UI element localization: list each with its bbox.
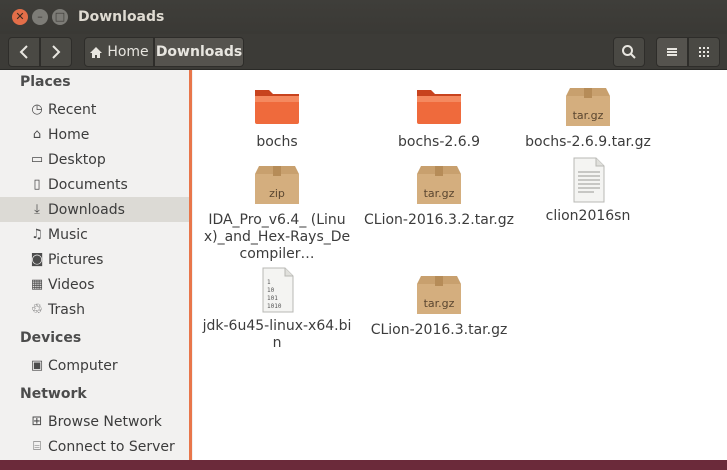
chevron-left-icon <box>19 45 28 59</box>
breadcrumb-downloads[interactable]: Downloads <box>154 37 244 67</box>
camera-icon: ◙ <box>30 252 44 267</box>
file-name: IDA_Pro_v6.4_ (Linux)_and_Hex-Rays_Decom… <box>203 212 351 262</box>
file-item[interactable]: clion2016sn <box>513 156 663 225</box>
sidebar-scrollbar[interactable] <box>189 70 192 460</box>
breadcrumb-home-label: Home <box>107 44 149 60</box>
file-grid: bochs bochs-2.6.9 tar.gz bochs-2.6.9.tar… <box>193 70 727 460</box>
sidebar-item-label: Desktop <box>48 151 106 168</box>
home-icon: ⌂ <box>32 127 42 142</box>
computer-icon: ▣ <box>30 358 44 373</box>
file-item[interactable]: tar.gz CLion-2016.3.tar.gz <box>364 274 514 339</box>
sidebar-item-label: Documents <box>48 176 128 193</box>
archive-badge: tar.gz <box>573 109 604 122</box>
music-icon: ♫ <box>31 227 43 242</box>
svg-text:10: 10 <box>267 287 275 294</box>
search-button[interactable] <box>613 37 645 67</box>
svg-text:1: 1 <box>267 279 271 286</box>
desktop-background <box>0 460 727 470</box>
file-item[interactable]: tar.gz CLion-2016.3.2.tar.gz <box>364 164 514 229</box>
sidebar: Places ◷ Recent ⌂ Home ▭ Desktop ▯ Docum… <box>0 70 190 470</box>
network-icon: ⊞ <box>31 414 43 429</box>
file-item[interactable]: 1 10 101 1010 jdk-6u45-linux-x64.bin <box>202 266 352 352</box>
back-button[interactable] <box>8 37 40 67</box>
archive-icon: zip <box>253 164 301 208</box>
file-manager-window: ✕ – □ Downloads Home Downloads Places ◷ … <box>0 0 727 470</box>
archive-icon: tar.gz <box>415 164 463 208</box>
maximize-window-button[interactable]: □ <box>52 9 68 25</box>
archive-icon: tar.gz <box>564 86 612 130</box>
video-icon: ▦ <box>30 277 44 292</box>
title-bar: ✕ – □ Downloads <box>0 0 727 34</box>
file-name: clion2016sn <box>545 208 631 224</box>
forward-button[interactable] <box>40 37 72 67</box>
home-icon <box>90 46 103 58</box>
sidebar-item-music[interactable]: ♫ Music <box>0 222 189 247</box>
file-name: bochs-2.6.9.tar.gz <box>525 134 651 150</box>
folder-icon <box>415 86 463 130</box>
sidebar-item-label: Downloads <box>48 201 125 218</box>
document-icon: ▯ <box>33 177 41 192</box>
file-name: jdk-6u45-linux-x64.bin <box>202 318 352 351</box>
sidebar-item-downloads[interactable]: ⤓ Downloads <box>0 197 189 222</box>
file-name: bochs-2.6.9 <box>398 134 480 150</box>
sidebar-item-computer[interactable]: ▣ Computer <box>0 353 189 378</box>
server-icon: ⌸ <box>33 439 41 454</box>
list-view-button[interactable] <box>656 37 688 67</box>
close-window-button[interactable]: ✕ <box>12 9 28 25</box>
sidebar-item-desktop[interactable]: ▭ Desktop <box>0 147 189 172</box>
minimize-window-button[interactable]: – <box>32 9 48 25</box>
breadcrumb-home[interactable]: Home <box>84 37 154 67</box>
archive-badge: tar.gz <box>424 297 455 310</box>
file-item[interactable]: tar.gz bochs-2.6.9.tar.gz <box>513 86 663 151</box>
sidebar-item-pictures[interactable]: ◙ Pictures <box>0 247 189 272</box>
file-name: CLion-2016.3.2.tar.gz <box>364 212 514 228</box>
binary-file-icon: 1 10 101 1010 <box>253 266 301 314</box>
desktop-icon: ▭ <box>30 152 44 167</box>
grid-icon <box>699 47 709 57</box>
archive-icon: tar.gz <box>415 274 463 318</box>
sidebar-item-label: Home <box>48 126 90 143</box>
file-name: bochs <box>256 134 298 150</box>
file-item[interactable]: bochs <box>202 86 352 151</box>
sidebar-item-label: Browse Network <box>48 413 162 430</box>
sidebar-item-label: Videos <box>48 276 95 293</box>
chevron-right-icon <box>52 45 61 59</box>
sidebar-item-trash[interactable]: ♲ Trash <box>0 297 189 322</box>
breadcrumb-downloads-label: Downloads <box>155 44 243 60</box>
sidebar-item-browse-network[interactable]: ⊞ Browse Network <box>0 409 189 434</box>
archive-badge: zip <box>269 187 285 200</box>
sidebar-item-label: Connect to Server <box>48 438 175 455</box>
sidebar-item-label: Trash <box>48 301 85 318</box>
grid-view-button[interactable] <box>688 37 720 67</box>
file-item[interactable]: zip IDA_Pro_v6.4_ (Linux)_and_Hex-Rays_D… <box>202 164 352 263</box>
section-devices: Devices <box>20 330 82 346</box>
toolbar: Home Downloads <box>0 34 727 70</box>
section-network: Network <box>20 386 87 402</box>
sidebar-item-label: Pictures <box>48 251 104 268</box>
clock-icon: ◷ <box>31 102 43 117</box>
svg-text:101: 101 <box>267 295 278 302</box>
trash-icon: ♲ <box>31 302 43 317</box>
archive-badge: tar.gz <box>424 187 455 200</box>
sidebar-item-label: Recent <box>48 101 97 118</box>
section-places: Places <box>20 74 71 90</box>
file-name: CLion-2016.3.tar.gz <box>370 322 508 338</box>
sidebar-item-home[interactable]: ⌂ Home <box>0 122 189 147</box>
sidebar-item-videos[interactable]: ▦ Videos <box>0 272 189 297</box>
search-icon <box>622 45 636 59</box>
sidebar-item-label: Computer <box>48 357 118 374</box>
file-item[interactable]: bochs-2.6.9 <box>364 86 514 151</box>
folder-icon <box>253 86 301 130</box>
sidebar-item-recent[interactable]: ◷ Recent <box>0 97 189 122</box>
list-icon <box>667 48 677 56</box>
text-document-icon <box>564 156 612 204</box>
sidebar-item-label: Music <box>48 226 88 243</box>
sidebar-item-documents[interactable]: ▯ Documents <box>0 172 189 197</box>
window-title: Downloads <box>78 9 165 25</box>
sidebar-item-connect-to-server[interactable]: ⌸ Connect to Server <box>0 434 189 459</box>
svg-text:1010: 1010 <box>267 303 282 310</box>
download-icon: ⤓ <box>34 202 40 217</box>
